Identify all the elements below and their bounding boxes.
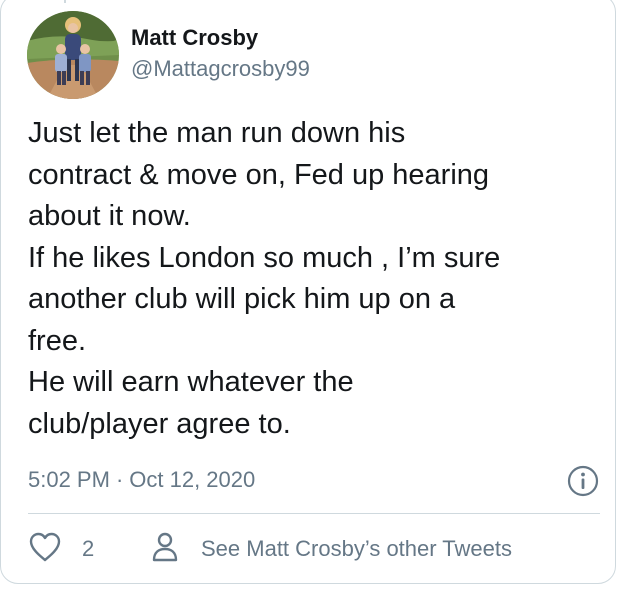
avatar[interactable] xyxy=(27,11,119,99)
timestamp-separator: · xyxy=(115,467,124,492)
actions-divider xyxy=(28,513,600,514)
info-icon[interactable] xyxy=(567,465,599,497)
author-handle[interactable]: @Mattagcrosby99 xyxy=(131,54,310,84)
tweet-actions: 2 See Matt Crosby’s other Tweets xyxy=(28,531,608,571)
heart-icon xyxy=(28,531,62,568)
tweet-text: Just let the man run down his contract &… xyxy=(28,117,501,440)
tweet-time[interactable]: 5:02 PM xyxy=(28,467,110,492)
author-name[interactable]: Matt Crosby xyxy=(131,25,310,51)
tweet-card[interactable]: Matt Crosby @Mattagcrosby99 Just let the… xyxy=(0,0,616,584)
see-other-tweets-label[interactable]: See Matt Crosby’s other Tweets xyxy=(201,536,512,562)
see-other-tweets-link[interactable]: See Matt Crosby’s other Tweets xyxy=(151,531,512,567)
tweet-timestamp[interactable]: 5:02 PM · Oct 12, 2020 xyxy=(28,465,255,495)
thread-connector-line xyxy=(64,0,66,3)
embedded-tweet-page: Matt Crosby @Mattagcrosby99 Just let the… xyxy=(0,0,630,590)
like-button[interactable]: 2 xyxy=(28,531,94,567)
tweet-date[interactable]: Oct 12, 2020 xyxy=(129,467,255,492)
like-count: 2 xyxy=(82,536,95,561)
person-icon xyxy=(151,531,179,568)
tweet-author[interactable]: Matt Crosby @Mattagcrosby99 xyxy=(131,25,310,84)
avatar-photo xyxy=(27,11,119,99)
